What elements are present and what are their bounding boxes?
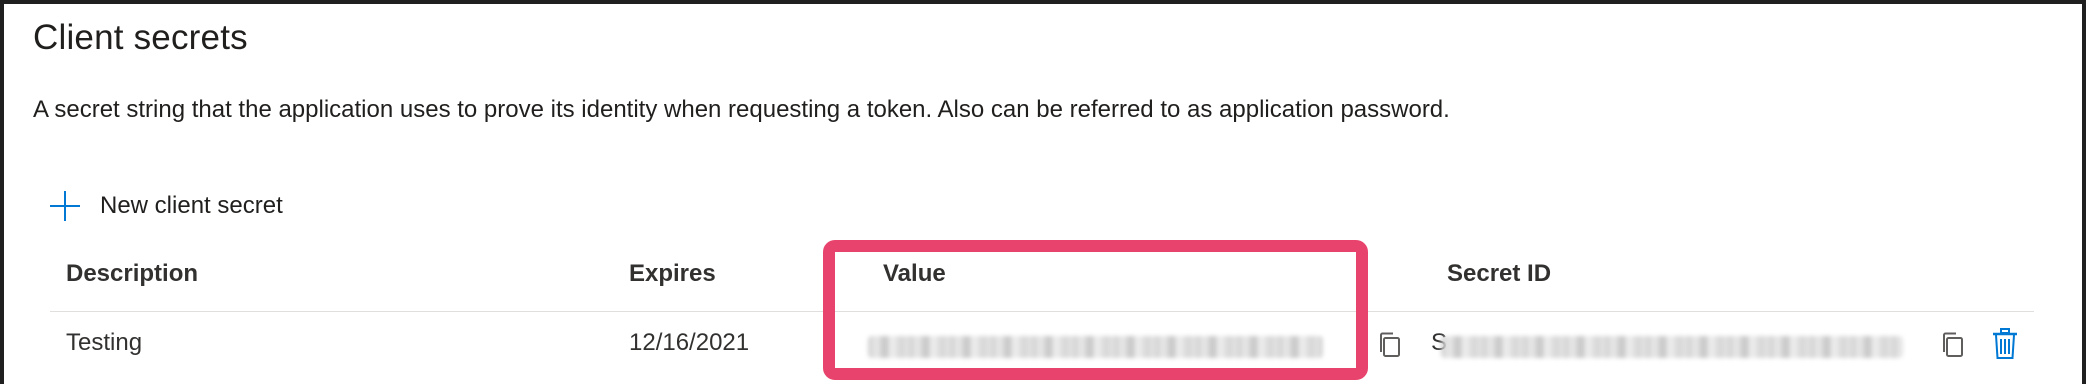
trash-icon[interactable]	[1991, 327, 2019, 361]
new-client-secret-label: New client secret	[100, 192, 283, 219]
copy-secret-id-icon[interactable]	[1941, 331, 1965, 359]
new-client-secret-button[interactable]: New client secret	[50, 188, 283, 224]
column-header-secret-id[interactable]: Secret ID	[1447, 260, 1551, 288]
column-header-description[interactable]: Description	[66, 260, 198, 288]
section-description: A secret string that the application use…	[33, 96, 1450, 123]
page-title: Client secrets	[33, 18, 248, 57]
copy-value-icon[interactable]	[1378, 331, 1402, 359]
row-description: Testing	[66, 329, 143, 356]
column-header-expires[interactable]: Expires	[629, 260, 716, 288]
plus-icon	[50, 191, 80, 221]
row-expires: 12/16/2021	[629, 329, 750, 356]
value-column-highlight	[823, 240, 1368, 380]
secret-id-redacted	[1441, 336, 1903, 358]
